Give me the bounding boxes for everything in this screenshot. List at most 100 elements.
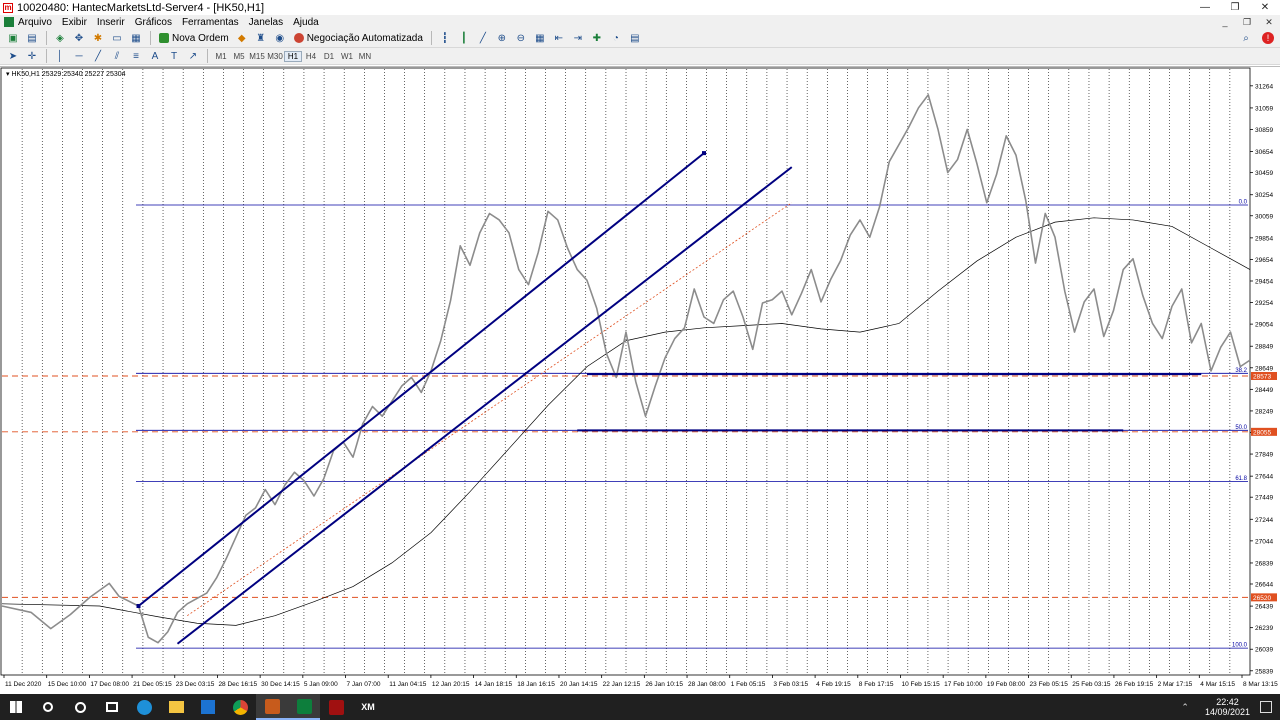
taskbar-xm[interactable]: XM bbox=[352, 694, 384, 720]
meta-editor-icon[interactable]: ◆ bbox=[233, 30, 251, 46]
bar-chart-icon[interactable]: ┇ bbox=[436, 30, 454, 46]
mdi-close-icon[interactable]: ✕ bbox=[1258, 17, 1280, 28]
fib-level-label: 50.0 bbox=[1235, 425, 1247, 431]
line-chart-icon[interactable]: ╱ bbox=[474, 30, 492, 46]
windows-icon bbox=[10, 701, 22, 713]
strategy-tester-icon[interactable]: ▦ bbox=[127, 30, 145, 46]
timeframe-d1[interactable]: D1 bbox=[320, 52, 338, 61]
notifications-icon[interactable] bbox=[1260, 701, 1272, 713]
tile-windows-icon[interactable]: ▦ bbox=[531, 30, 549, 46]
indicators-icon[interactable]: ✚ bbox=[588, 30, 606, 46]
auto-trading-icon bbox=[293, 33, 304, 43]
vertical-line-icon[interactable]: │ bbox=[51, 48, 69, 64]
price-tag-label: 28573 bbox=[1253, 373, 1271, 380]
y-tick-label: 29054 bbox=[1255, 322, 1273, 329]
autoscroll-icon[interactable]: ⇤ bbox=[550, 30, 568, 46]
timeframe-m30[interactable]: M30 bbox=[266, 52, 284, 61]
taskbar-metatrader-1[interactable] bbox=[256, 694, 288, 720]
minimize-button[interactable]: — bbox=[1190, 0, 1220, 15]
x-tick-label: 22 Jan 12:15 bbox=[603, 681, 641, 688]
x-tick-label: 2 Mar 17:15 bbox=[1158, 681, 1193, 688]
menu-graficos[interactable]: Gráficos bbox=[135, 17, 178, 28]
templates-icon[interactable]: ▤ bbox=[626, 30, 644, 46]
taskbar-chrome[interactable] bbox=[224, 694, 256, 720]
candlestick-icon[interactable]: ┃ bbox=[455, 30, 473, 46]
chart-window[interactable]: 31264 31059 30859 30654 30459 30254 30059 29854… bbox=[0, 66, 1280, 689]
zoom-out-icon[interactable]: ⊖ bbox=[512, 30, 530, 46]
close-button[interactable]: ✕ bbox=[1250, 0, 1280, 15]
app-red-icon bbox=[328, 699, 344, 715]
search-button[interactable] bbox=[32, 694, 64, 720]
profiles-icon[interactable]: ▤ bbox=[23, 30, 41, 46]
channel-icon[interactable]: ⫽ bbox=[108, 48, 126, 64]
crosshair-icon[interactable]: ✛ bbox=[23, 48, 41, 64]
y-tick-label: 31264 bbox=[1255, 83, 1273, 90]
horizontal-line-icon[interactable]: ─ bbox=[70, 48, 88, 64]
price-chart[interactable]: 31264 31059 30859 30654 30459 30254 30059 29854… bbox=[0, 67, 1280, 690]
new-order-button[interactable]: Nova Ordem bbox=[155, 30, 233, 46]
taskbar-app-red[interactable] bbox=[320, 694, 352, 720]
timeframe-m15[interactable]: M15 bbox=[248, 52, 266, 61]
chart-shift-icon[interactable]: ⇥ bbox=[569, 30, 587, 46]
clock[interactable]: 22:42 14/09/2021 bbox=[1199, 697, 1256, 717]
tray-chevron-icon[interactable]: ⌃ bbox=[1181, 702, 1189, 713]
timeframe-mn[interactable]: MN bbox=[356, 52, 374, 61]
price-tag-label: 28055 bbox=[1253, 429, 1271, 436]
app-logo-icon: m bbox=[3, 2, 13, 13]
fibonacci-icon[interactable]: ≡ bbox=[127, 48, 145, 64]
menu-janelas[interactable]: Janelas bbox=[249, 17, 289, 28]
periods-icon[interactable]: ◔ bbox=[607, 30, 625, 46]
timeframe-w1[interactable]: W1 bbox=[338, 52, 356, 61]
cortana-button[interactable] bbox=[64, 694, 96, 720]
menu-arquivo[interactable]: Arquivo bbox=[18, 17, 58, 28]
navigator-icon[interactable]: ✥ bbox=[70, 30, 88, 46]
terminal-icon[interactable]: ▭ bbox=[108, 30, 126, 46]
new-chart-icon[interactable]: ▣ bbox=[4, 30, 22, 46]
text-label-icon[interactable]: T bbox=[165, 48, 183, 64]
cortana-icon bbox=[74, 701, 86, 713]
taskbar-metatrader-2[interactable] bbox=[288, 694, 320, 720]
chrome-icon bbox=[232, 699, 248, 715]
y-tick-label: 29254 bbox=[1255, 300, 1273, 307]
market-icon[interactable]: ◉ bbox=[271, 30, 289, 46]
timeframe-m5[interactable]: M5 bbox=[230, 52, 248, 61]
taskbar-edge[interactable] bbox=[128, 694, 160, 720]
x-tick-label: 30 Dec 14:15 bbox=[261, 681, 300, 688]
maximize-button[interactable]: ❐ bbox=[1220, 0, 1250, 15]
timeframe-h4[interactable]: H4 bbox=[302, 52, 320, 61]
taskbar-store[interactable] bbox=[192, 694, 224, 720]
market-watch-icon[interactable]: ◈ bbox=[51, 30, 69, 46]
alert-icon[interactable]: ! bbox=[1262, 32, 1274, 44]
cursor-icon[interactable]: ➤ bbox=[4, 48, 22, 64]
text-icon[interactable]: A bbox=[146, 48, 164, 64]
arrows-icon[interactable]: ↗ bbox=[184, 48, 202, 64]
search-icon[interactable]: ⌕ bbox=[1237, 30, 1255, 46]
mdi-minimize-icon[interactable]: _ bbox=[1214, 17, 1236, 28]
collapse-triangle-icon: ▾ bbox=[6, 71, 10, 78]
x-tick-label: 11 Dec 2020 bbox=[5, 681, 42, 688]
x-tick-label: 19 Feb 08:00 bbox=[987, 681, 1026, 688]
signals-icon[interactable]: ♜ bbox=[252, 30, 270, 46]
y-tick-label: 28849 bbox=[1255, 344, 1273, 351]
menu-inserir[interactable]: Inserir bbox=[97, 17, 131, 28]
x-tick-label: 23 Feb 05:15 bbox=[1030, 681, 1069, 688]
start-button[interactable] bbox=[0, 694, 32, 720]
timeframe-h1[interactable]: H1 bbox=[284, 50, 302, 62]
data-window-icon[interactable]: ✱ bbox=[89, 30, 107, 46]
x-tick-label: 12 Jan 20:15 bbox=[432, 681, 470, 688]
trendline-icon[interactable]: ╱ bbox=[89, 48, 107, 64]
menu-ferramentas[interactable]: Ferramentas bbox=[182, 17, 245, 28]
task-view-button[interactable] bbox=[96, 694, 128, 720]
taskbar-explorer[interactable] bbox=[160, 694, 192, 720]
menu-ajuda[interactable]: Ajuda bbox=[293, 17, 325, 28]
x-tick-label: 7 Jan 07:00 bbox=[347, 681, 381, 688]
plot-frame bbox=[0, 67, 1251, 676]
auto-trading-button[interactable]: Negociação Automatizada bbox=[290, 30, 427, 46]
zoom-in-icon[interactable]: ⊕ bbox=[493, 30, 511, 46]
timeframe-m1[interactable]: M1 bbox=[212, 52, 230, 61]
chart-info-text: HK50,H1 25329 25340 25227 25304 bbox=[11, 71, 126, 78]
metatrader-icon bbox=[296, 698, 312, 714]
x-tick-label: 23 Dec 03:15 bbox=[176, 681, 215, 688]
menu-exibir[interactable]: Exibir bbox=[62, 17, 93, 28]
mdi-restore-icon[interactable]: ❐ bbox=[1236, 17, 1258, 28]
